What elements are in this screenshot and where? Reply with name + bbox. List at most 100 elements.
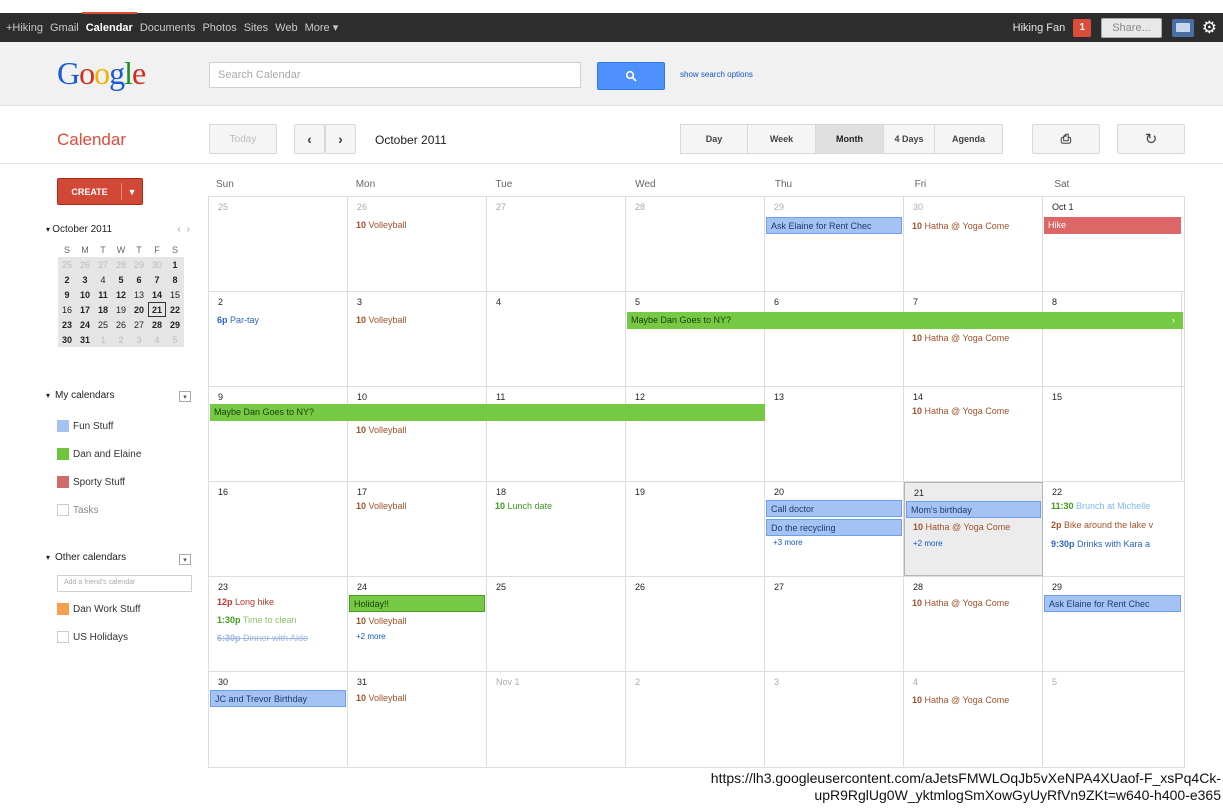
google-logo[interactable]: Google	[57, 55, 146, 92]
view-day-button[interactable]: Day	[680, 124, 748, 154]
day-cell[interactable]: 16	[209, 482, 348, 576]
user-name[interactable]: Hiking Fan	[1013, 22, 1066, 34]
mini-day[interactable]: 16	[58, 302, 76, 317]
search-input[interactable]: Search Calendar	[209, 62, 581, 88]
day-number[interactable]: 17	[357, 487, 367, 497]
event-recycling[interactable]: Do the recycling	[766, 519, 902, 536]
mini-calendar-title[interactable]: ▾ October 2011	[46, 224, 112, 235]
day-cell[interactable]: 12	[626, 387, 765, 481]
day-cell[interactable]: 2 6p Par-tay	[209, 292, 348, 386]
event-volleyball[interactable]: 10 Volleyball	[356, 615, 482, 627]
calendar-color-swatch[interactable]	[57, 504, 69, 516]
day-cell[interactable]: 30 JC and Trevor Birthday	[209, 672, 348, 766]
today-button[interactable]: Today	[209, 124, 277, 154]
day-number[interactable]: 5	[1052, 677, 1057, 687]
mini-day[interactable]: 11	[94, 287, 112, 302]
notification-badge[interactable]: 1	[1073, 18, 1092, 37]
event-call-doctor[interactable]: Call doctor	[766, 500, 902, 517]
day-cell[interactable]: 8	[1043, 292, 1182, 386]
day-number[interactable]: 15	[1052, 392, 1062, 402]
mini-day[interactable]: 4	[148, 332, 166, 347]
view-month-button[interactable]: Month	[816, 124, 884, 154]
nav-sites[interactable]: Sites	[244, 22, 268, 34]
day-number[interactable]: 13	[774, 392, 784, 402]
my-calendars-menu-icon[interactable]: ▾	[179, 391, 191, 402]
nav-web[interactable]: Web	[275, 22, 297, 34]
day-number[interactable]: 12	[635, 392, 645, 402]
day-cell[interactable]: 28 10 Hatha @ Yoga Come	[904, 577, 1043, 671]
day-number[interactable]: 6	[774, 297, 779, 307]
mini-day[interactable]: 3	[76, 272, 94, 287]
day-number[interactable]: Nov 1	[496, 677, 520, 687]
nav-calendar[interactable]: Calendar	[81, 11, 137, 34]
day-cell[interactable]: 17 10 Volleyball	[348, 482, 487, 576]
next-button[interactable]: ›	[325, 124, 356, 154]
profile-photo-icon[interactable]	[1171, 18, 1194, 37]
event-clean[interactable]: 1:30p Time to clean	[217, 614, 343, 626]
mini-day[interactable]: 29	[130, 257, 148, 272]
my-calendars-header[interactable]: ▾ My calendars	[46, 390, 114, 401]
event-lunch[interactable]: 10 Lunch date	[495, 500, 621, 512]
view-agenda-button[interactable]: Agenda	[935, 124, 1003, 154]
day-number[interactable]: 31	[357, 677, 367, 687]
day-number[interactable]: 2	[635, 677, 640, 687]
event-volleyball[interactable]: 10 Volleyball	[356, 500, 482, 512]
day-number[interactable]: 3	[774, 677, 779, 687]
mini-day[interactable]: 26	[76, 257, 94, 272]
day-number[interactable]: 3	[357, 297, 362, 307]
day-cell[interactable]: 23 12p Long hike 1:30p Time to clean 6:3…	[209, 577, 348, 671]
refresh-button[interactable]: ↻	[1117, 124, 1185, 154]
mini-day[interactable]: 1	[166, 257, 184, 272]
event-bike[interactable]: 2p Bike around the lake v	[1051, 519, 1182, 531]
day-cell[interactable]: 9	[209, 387, 348, 481]
day-cell[interactable]: 26	[626, 577, 765, 671]
calendar-item-sporty-stuff[interactable]: Sporty Stuff	[57, 475, 125, 489]
day-cell[interactable]: 27	[487, 197, 626, 291]
event-rent-check[interactable]: Ask Elaine for Rent Chec	[766, 217, 902, 234]
day-number[interactable]: 18	[496, 487, 506, 497]
day-cell[interactable]: 4 10 Hatha @ Yoga Come	[904, 672, 1043, 766]
day-number[interactable]: 4	[496, 297, 501, 307]
calendar-item-tasks[interactable]: Tasks	[57, 503, 99, 517]
event-yoga[interactable]: 10 Hatha @ Yoga Come	[913, 521, 1038, 533]
day-cell[interactable]: 6	[765, 292, 904, 386]
day-number[interactable]: 28	[635, 202, 645, 212]
mini-day[interactable]: 1	[94, 332, 112, 347]
day-cell[interactable]: 7 10 Hatha @ Yoga Come	[904, 292, 1043, 386]
mini-day[interactable]: 7	[148, 272, 166, 287]
day-number[interactable]: 27	[774, 582, 784, 592]
day-cell[interactable]: 15	[1043, 387, 1182, 481]
event-holiday[interactable]: Holiday!!	[349, 595, 485, 612]
mini-day[interactable]: 30	[148, 257, 166, 272]
day-cell[interactable]: 24 Holiday!! 10 Volleyball +2 more	[348, 577, 487, 671]
event-volleyball[interactable]: 10 Volleyball	[356, 219, 482, 231]
print-button[interactable]: ⎙	[1032, 124, 1100, 154]
mini-day[interactable]: 27	[94, 257, 112, 272]
mini-day[interactable]: 25	[94, 317, 112, 332]
mini-day[interactable]: 24	[76, 317, 94, 332]
day-number[interactable]: 21	[914, 488, 924, 498]
day-cell[interactable]: Oct 1 Hike	[1043, 197, 1182, 291]
mini-day[interactable]: 28	[148, 317, 166, 332]
event-volleyball[interactable]: 10 Volleyball	[356, 692, 482, 704]
mini-day[interactable]: 5	[112, 272, 130, 287]
day-cell[interactable]: 5	[1043, 672, 1182, 766]
day-cell[interactable]: 29 Ask Elaine for Rent Chec	[1043, 577, 1182, 671]
gear-icon[interactable]: ⚙	[1202, 19, 1217, 36]
day-number[interactable]: 9	[218, 392, 223, 402]
day-number[interactable]: 30	[913, 202, 923, 212]
mini-day[interactable]: 18	[94, 302, 112, 317]
nav-more[interactable]: More ▾	[305, 21, 339, 34]
day-cell[interactable]: 20 Call doctor Do the recycling +3 more	[765, 482, 904, 576]
calendar-item-dan-work-stuff[interactable]: Dan Work Stuff	[57, 602, 140, 616]
event-volleyball[interactable]: 10 Volleyball	[356, 424, 482, 436]
mini-day[interactable]: 12	[112, 287, 130, 302]
nav-photos[interactable]: Photos	[202, 22, 236, 34]
other-calendars-header[interactable]: ▾ Other calendars	[46, 552, 126, 563]
event-moms-birthday[interactable]: Mom's birthday	[906, 501, 1041, 518]
day-cell[interactable]: 29 Ask Elaine for Rent Chec	[765, 197, 904, 291]
event-birthday[interactable]: JC and Trevor Birthday	[210, 690, 346, 707]
day-number[interactable]: 26	[635, 582, 645, 592]
event-rent-check[interactable]: Ask Elaine for Rent Chec	[1044, 595, 1181, 612]
mini-day[interactable]: 27	[130, 317, 148, 332]
